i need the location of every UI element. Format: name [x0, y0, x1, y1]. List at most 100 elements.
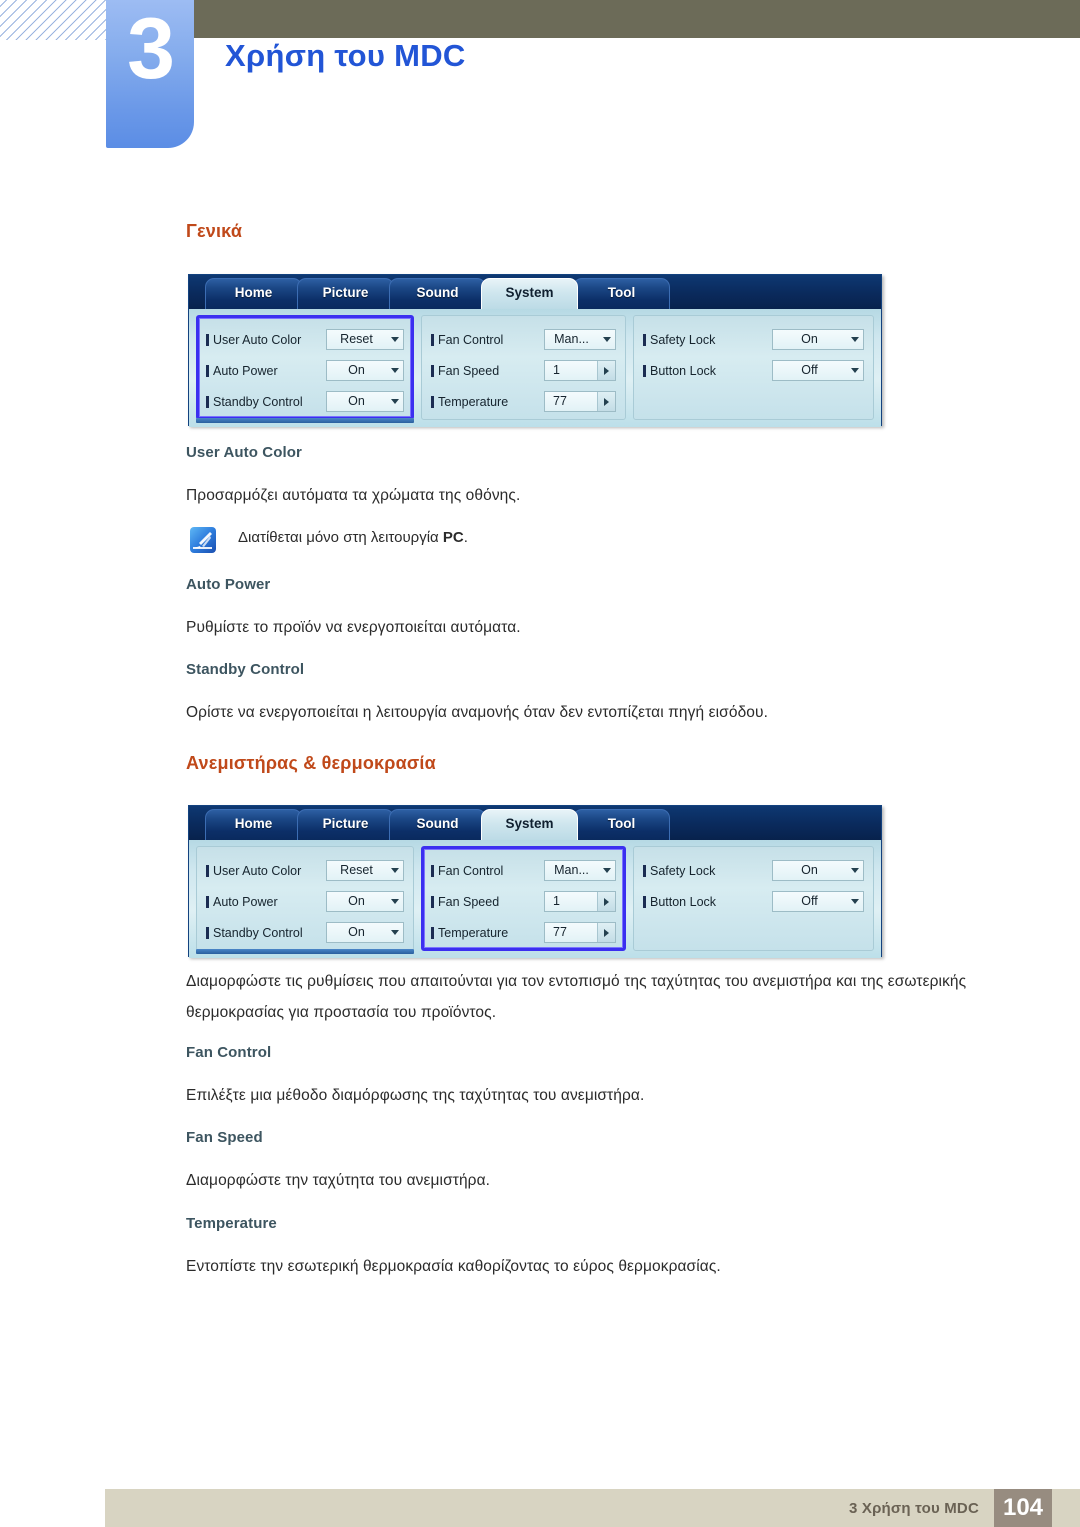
mdc-row-temperature[interactable]: Temperature 77 [431, 386, 616, 417]
mdc-dropdown-safety-lock[interactable]: On [772, 860, 864, 881]
mdc-row-button-lock[interactable]: Button Lock Off [643, 886, 864, 917]
mdc-dropdown-fan-control[interactable]: Man... [544, 329, 616, 350]
chevron-down-icon[interactable] [386, 923, 403, 942]
mdc-value-auto-power: On [348, 363, 365, 377]
label-marker-icon [431, 364, 434, 377]
chevron-right-icon[interactable] [597, 923, 615, 942]
mdc-row-fan-control[interactable]: Fan Control Man... [431, 855, 616, 886]
mdc-tab-bar: Home Picture Sound System Tool [189, 806, 881, 840]
mdc-screenshot-general: Home Picture Sound System Tool User Auto… [188, 274, 882, 427]
chapter-tab: 3 [106, 0, 194, 148]
mdc-value-fan-speed: 1 [553, 894, 560, 908]
mdc-row-fan-speed[interactable]: Fan Speed 1 [431, 355, 616, 386]
mdc-row-temperature[interactable]: Temperature 77 [431, 917, 616, 948]
paragraph-user-auto-color: Προσαρμόζει αυτόματα τα χρώματα της οθόν… [186, 487, 521, 504]
mdc-label-button-lock: Button Lock [643, 895, 716, 909]
mdc-label-safety-lock: Safety Lock [643, 333, 715, 347]
subheading-auto-power: Auto Power [186, 576, 271, 593]
mdc-tab-picture[interactable]: Picture [297, 278, 394, 309]
chevron-down-icon[interactable] [598, 330, 615, 349]
mdc-spinner-fan-speed[interactable]: 1 [544, 891, 616, 912]
chevron-right-icon[interactable] [597, 361, 615, 380]
mdc-group-fan-temperature[interactable]: Fan Control Man... Fan Speed 1 Temperatu… [421, 315, 626, 420]
mdc-row-standby-control[interactable]: Standby Control On [206, 386, 404, 417]
chevron-down-icon[interactable] [386, 861, 403, 880]
page-number: 104 [1002, 1494, 1044, 1521]
mdc-dropdown-standby-control[interactable]: On [326, 922, 404, 943]
chapter-number: 3 [127, 1, 175, 97]
mdc-tab-bar: Home Picture Sound System Tool [189, 275, 881, 309]
chevron-down-icon[interactable] [386, 330, 403, 349]
mdc-tab-sound[interactable]: Sound [389, 278, 486, 309]
mdc-tab-tool[interactable]: Tool [573, 278, 670, 309]
mdc-row-user-auto-color[interactable]: User Auto Color Reset [206, 855, 404, 886]
mdc-row-auto-power[interactable]: Auto Power On [206, 886, 404, 917]
mdc-dropdown-fan-control[interactable]: Man... [544, 860, 616, 881]
mdc-dropdown-button-lock[interactable]: Off [772, 891, 864, 912]
mdc-row-safety-lock[interactable]: Safety Lock On [643, 324, 864, 355]
mdc-tab-tool[interactable]: Tool [573, 809, 670, 840]
paragraph-fan-control: Επιλέξτε μια μέθοδο διαμόρφωσης της ταχύ… [186, 1087, 645, 1104]
label-marker-icon [643, 333, 646, 346]
chevron-right-icon[interactable] [597, 392, 615, 411]
mdc-label-fan-control: Fan Control [431, 864, 503, 878]
mdc-value-temperature: 77 [553, 394, 567, 408]
mdc-label-fan-speed: Fan Speed [431, 364, 499, 378]
page-title: Χρήση του MDC [225, 38, 466, 73]
mdc-group-lock[interactable]: Safety Lock On Button Lock Off [633, 315, 874, 420]
chevron-down-icon[interactable] [846, 861, 863, 880]
mdc-value-user-auto-color: Reset [340, 863, 373, 877]
chevron-right-icon[interactable] [597, 892, 615, 911]
chevron-down-icon[interactable] [846, 361, 863, 380]
mdc-tab-home[interactable]: Home [205, 278, 302, 309]
mdc-spinner-temperature[interactable]: 77 [544, 391, 616, 412]
label-marker-icon [643, 895, 646, 908]
mdc-label-safety-lock: Safety Lock [643, 864, 715, 878]
mdc-row-fan-speed[interactable]: Fan Speed 1 [431, 886, 616, 917]
mdc-dropdown-user-auto-color[interactable]: Reset [326, 329, 404, 350]
mdc-row-standby-control[interactable]: Standby Control On [206, 917, 404, 948]
mdc-group-lock[interactable]: Safety Lock On Button Lock Off [633, 846, 874, 951]
chevron-down-icon[interactable] [386, 892, 403, 911]
mdc-value-fan-speed: 1 [553, 363, 560, 377]
mdc-row-fan-control[interactable]: Fan Control Man... [431, 324, 616, 355]
mdc-tab-system[interactable]: System [481, 809, 578, 840]
mdc-tab-picture[interactable]: Picture [297, 809, 394, 840]
mdc-status-strip [196, 418, 414, 423]
label-marker-icon [206, 926, 209, 939]
mdc-dropdown-standby-control[interactable]: On [326, 391, 404, 412]
mdc-row-auto-power[interactable]: Auto Power On [206, 355, 404, 386]
chevron-down-icon[interactable] [846, 892, 863, 911]
mdc-label-user-auto-color: User Auto Color [206, 864, 301, 878]
mdc-dropdown-auto-power[interactable]: On [326, 360, 404, 381]
chevron-down-icon[interactable] [598, 861, 615, 880]
mdc-group-general[interactable]: User Auto Color Reset Auto Power On Stan… [196, 315, 414, 420]
mdc-spinner-fan-speed[interactable]: 1 [544, 360, 616, 381]
chevron-down-icon[interactable] [846, 330, 863, 349]
mdc-dropdown-button-lock[interactable]: Off [772, 360, 864, 381]
mdc-row-user-auto-color[interactable]: User Auto Color Reset [206, 324, 404, 355]
mdc-tab-home[interactable]: Home [205, 809, 302, 840]
chevron-down-icon[interactable] [386, 392, 403, 411]
mdc-spinner-temperature[interactable]: 77 [544, 922, 616, 943]
mdc-dropdown-safety-lock[interactable]: On [772, 329, 864, 350]
mdc-label-auto-power: Auto Power [206, 364, 278, 378]
footer-page-box: 104 [994, 1489, 1052, 1527]
mdc-dropdown-user-auto-color[interactable]: Reset [326, 860, 404, 881]
mdc-tab-sound[interactable]: Sound [389, 809, 486, 840]
paragraph-fan-temperature-intro: Διαμορφώστε τις ρυθμίσεις που απαιτούντα… [186, 973, 967, 1021]
mdc-group-fan-temperature[interactable]: Fan Control Man... Fan Speed 1 Temperatu… [421, 846, 626, 951]
mdc-value-button-lock: Off [801, 363, 818, 377]
section-heading-fan-temperature: Ανεμιστήρας & θερμοκρασία [186, 753, 436, 773]
label-marker-icon [431, 895, 434, 908]
chevron-down-icon[interactable] [386, 361, 403, 380]
paragraph-auto-power: Ρυθμίστε το προϊόν να ενεργοποιείται αυτ… [186, 619, 521, 636]
mdc-row-safety-lock[interactable]: Safety Lock On [643, 855, 864, 886]
mdc-group-general[interactable]: User Auto Color Reset Auto Power On Stan… [196, 846, 414, 951]
paragraph-temperature: Εντοπίστε την εσωτερική θερμοκρασία καθο… [186, 1258, 721, 1275]
mdc-value-button-lock: Off [801, 894, 818, 908]
mdc-value-auto-power: On [348, 894, 365, 908]
mdc-row-button-lock[interactable]: Button Lock Off [643, 355, 864, 386]
mdc-tab-system[interactable]: System [481, 278, 578, 309]
mdc-dropdown-auto-power[interactable]: On [326, 891, 404, 912]
